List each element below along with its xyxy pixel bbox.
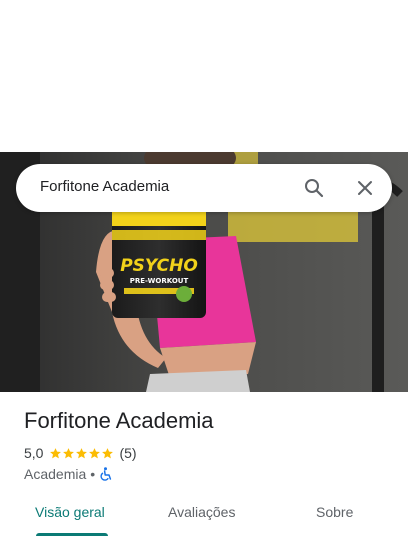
star-icon: [89, 447, 101, 458]
tab-reviews[interactable]: Avaliações: [168, 504, 235, 520]
tab-overview[interactable]: Visão geral: [35, 504, 105, 520]
meta-separator: •: [90, 466, 96, 482]
star-icon: [63, 447, 75, 458]
place-title: Forfitone Academia: [24, 408, 214, 433]
rating-value: 5,0: [24, 445, 44, 461]
star-icon: [50, 447, 62, 458]
close-button[interactable]: [351, 174, 379, 202]
tab-bar: Visão geral Avaliações Sobre: [0, 494, 408, 536]
tab-about[interactable]: Sobre: [316, 504, 353, 520]
place-category: Academia: [24, 466, 87, 482]
active-tab-indicator: [36, 533, 108, 536]
product-sublabel: PRE-WORKOUT: [130, 277, 189, 285]
search-input[interactable]: Forfitone Academia: [40, 178, 169, 195]
product-label: PSYCHO: [120, 256, 198, 276]
rating-row[interactable]: 5,0 (5): [24, 444, 137, 462]
review-count[interactable]: (5): [119, 445, 136, 461]
search-icon: [305, 179, 324, 198]
star-icon: [102, 447, 114, 458]
search-bar[interactable]: Forfitone Academia: [16, 164, 392, 212]
star-rating: [49, 447, 114, 460]
search-button[interactable]: [300, 174, 328, 202]
wheelchair-accessible-icon: [100, 467, 112, 481]
place-meta: Academia •: [24, 465, 113, 483]
close-icon: [358, 181, 372, 195]
star-icon: [76, 447, 88, 458]
